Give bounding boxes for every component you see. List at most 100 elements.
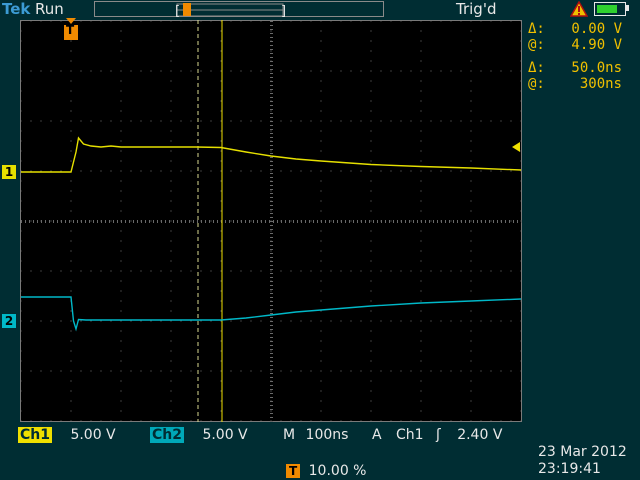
grid-dot [490, 120, 492, 122]
center-axis-tick [270, 405, 273, 406]
trigger-settings[interactable]: A Ch1 ʃ 2.40 V [372, 426, 502, 444]
ch1-scale[interactable]: Ch1 5.00 V [18, 426, 116, 444]
grid-dot [320, 280, 322, 282]
grid-dot [60, 320, 62, 322]
grid-dot [460, 320, 462, 322]
grid-dot [370, 120, 372, 122]
grid-dot [140, 170, 142, 172]
grid-dot [120, 400, 122, 402]
grid-dot [370, 40, 372, 42]
grid-dot [100, 70, 102, 72]
grid-dot [170, 80, 172, 82]
grid-dot [440, 370, 442, 372]
ch1-ground-marker[interactable]: 1 [2, 165, 16, 179]
grid-dot [410, 70, 412, 72]
center-axis-tick [309, 220, 310, 223]
grid-dot [310, 170, 312, 172]
grid-dot [220, 360, 222, 362]
grid-dot [470, 370, 472, 372]
ch2-scale[interactable]: Ch2 5.00 V [150, 426, 248, 444]
center-axis-tick [270, 161, 273, 162]
grid-dot [120, 60, 122, 62]
grid-dot [380, 370, 382, 372]
grid-dot [70, 380, 72, 382]
grid-dot [220, 270, 222, 272]
center-axis-tick [270, 381, 273, 382]
center-axis-tick [133, 220, 134, 223]
center-axis-tick [270, 89, 273, 90]
grid-dot [130, 370, 132, 372]
ch2-scale-value: 5.00 V [202, 427, 248, 443]
grid-dot [210, 170, 212, 172]
center-axis-tick [137, 220, 138, 223]
center-axis-tick [313, 220, 314, 223]
grid-dot [320, 60, 322, 62]
grid-dot [220, 30, 222, 32]
center-axis-tick [365, 220, 366, 223]
grid-dot [70, 80, 72, 82]
grid-dot [320, 120, 322, 122]
center-axis-tick [270, 129, 273, 130]
grid-dot [90, 70, 92, 72]
trigger-position-readout[interactable]: T 10.00 % [286, 462, 366, 480]
timebase-label: M [283, 427, 296, 443]
grid-dot [70, 350, 72, 352]
center-axis-tick [289, 220, 290, 223]
grid-dot [220, 120, 222, 122]
center-axis-tick [270, 133, 273, 134]
grid-dot [110, 70, 112, 72]
grid-dot [70, 210, 72, 212]
grid-dot [320, 80, 322, 82]
grid-dot [30, 220, 32, 222]
grid-dot [270, 150, 272, 152]
center-axis-tick [37, 220, 38, 223]
waveform-display [20, 20, 522, 422]
cursor-time-at: @: 300ns [528, 76, 622, 92]
grid-dot [100, 120, 102, 122]
center-axis-tick [69, 220, 70, 223]
grid-dot [490, 270, 492, 272]
grid-dot [180, 70, 182, 72]
center-axis-tick [41, 220, 42, 223]
grid-dot [170, 70, 172, 72]
grid-dot [120, 190, 122, 192]
grid-dot [290, 320, 292, 322]
grid-dot [260, 170, 262, 172]
grid-dot [60, 120, 62, 122]
timebase-scale[interactable]: M 100ns [283, 426, 348, 444]
ch2-ground-marker[interactable]: 2 [2, 314, 16, 328]
grid-dot [170, 30, 172, 32]
grid-dot [120, 300, 122, 302]
grid-dot [400, 70, 402, 72]
grid-dot [40, 70, 42, 72]
grid-dot [170, 110, 172, 112]
grid-dot [270, 370, 272, 372]
trigger-level-marker[interactable] [512, 142, 520, 152]
grid-dot [40, 370, 42, 372]
grid-dot [110, 220, 112, 222]
center-axis-tick [501, 220, 502, 223]
center-axis-tick [385, 220, 386, 223]
grid-dot [320, 340, 322, 342]
grid-dot [170, 330, 172, 332]
grid-dot [50, 70, 52, 72]
grid-dot [220, 230, 222, 232]
grid-dot [470, 410, 472, 412]
center-axis-tick [349, 220, 350, 223]
center-axis-tick [373, 220, 374, 223]
grid-dot [420, 40, 422, 42]
center-axis-tick [270, 149, 273, 150]
grid-dot [390, 120, 392, 122]
center-axis-tick [293, 220, 294, 223]
center-axis-tick [297, 220, 298, 223]
center-axis-tick [270, 377, 273, 378]
center-axis-tick [270, 321, 273, 322]
center-axis-tick [177, 220, 178, 223]
grid-dot [170, 400, 172, 402]
grid-dot [80, 270, 82, 272]
grid-dot [330, 370, 332, 372]
grid-dot [240, 70, 242, 72]
grid-dot [130, 70, 132, 72]
grid-dot [230, 270, 232, 272]
grid-dot [370, 160, 372, 162]
